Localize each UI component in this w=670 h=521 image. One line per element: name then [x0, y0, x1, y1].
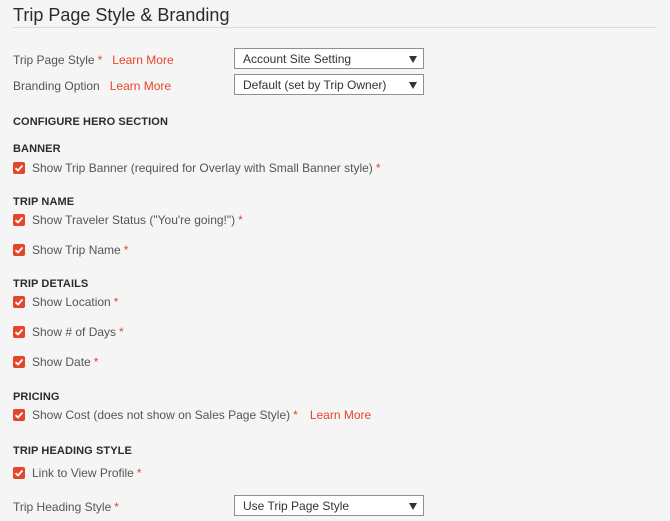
- trip-heading-style-value: Use Trip Page Style: [243, 499, 350, 513]
- checkmark-icon: [14, 328, 24, 336]
- trip-heading-style-label: Trip Heading Style *: [13, 500, 119, 514]
- branding-option-select[interactable]: Default (set by Trip Owner): [234, 74, 424, 95]
- required-marker: *: [375, 161, 381, 175]
- show-traveler-status-label: Show Traveler Status ("You're going!"): [32, 213, 236, 227]
- show-location-checkbox[interactable]: [13, 296, 25, 308]
- configure-hero-section-heading: CONFIGURE HERO SECTION: [13, 116, 168, 128]
- show-trip-banner-checkbox[interactable]: [13, 162, 25, 174]
- show-traveler-status-checkbox[interactable]: [13, 214, 25, 226]
- show-location-label: Show Location: [32, 295, 111, 309]
- page-title: Trip Page Style & Branding: [13, 5, 230, 25]
- show-cost-learn-more-link[interactable]: Learn More: [310, 408, 371, 422]
- branding-option-value: Default (set by Trip Owner): [243, 78, 387, 92]
- branding-option-label: Branding Option Learn More: [13, 79, 171, 93]
- trip-page-style-learn-more-link[interactable]: Learn More: [112, 53, 173, 67]
- trip-page-style-text: Trip Page Style: [13, 53, 95, 67]
- link-to-view-profile-option[interactable]: Link to View Profile *: [13, 466, 142, 480]
- required-marker: *: [238, 213, 243, 227]
- show-days-label: Show # of Days: [32, 325, 117, 339]
- show-trip-name-checkbox[interactable]: [13, 244, 25, 256]
- trip-heading-style-text: Trip Heading Style: [13, 500, 112, 514]
- required-marker: *: [113, 295, 119, 309]
- checkmark-icon: [14, 358, 24, 366]
- required-marker: *: [123, 243, 129, 257]
- trip-details-heading: TRIP DETAILS: [13, 278, 89, 290]
- branding-option-learn-more-link[interactable]: Learn More: [110, 79, 171, 93]
- checkmark-icon: [14, 246, 24, 254]
- trip-page-style-label: Trip Page Style * Learn More: [13, 53, 174, 67]
- chevron-down-icon: [409, 82, 417, 89]
- show-date-label: Show Date: [32, 355, 91, 369]
- required-marker: *: [136, 466, 142, 480]
- branding-option-text: Branding Option: [13, 79, 100, 93]
- show-trip-banner-label: Show Trip Banner (required for Overlay w…: [32, 161, 373, 175]
- trip-page-style-value: Account Site Setting: [243, 52, 352, 66]
- show-traveler-status-option[interactable]: Show Traveler Status ("You're going!") *: [13, 213, 243, 227]
- show-cost-option[interactable]: Show Cost (does not show on Sales Page S…: [13, 408, 371, 422]
- title-divider: [13, 27, 657, 28]
- chevron-down-icon: [409, 56, 417, 63]
- required-marker: *: [114, 500, 119, 514]
- banner-heading: BANNER: [13, 143, 61, 155]
- show-cost-checkbox[interactable]: [13, 409, 25, 421]
- show-date-checkbox[interactable]: [13, 356, 25, 368]
- checkmark-icon: [14, 469, 24, 477]
- link-to-view-profile-label: Link to View Profile: [32, 466, 134, 480]
- show-cost-label: Show Cost (does not show on Sales Page S…: [32, 408, 291, 422]
- required-marker: *: [93, 355, 99, 369]
- show-trip-banner-option[interactable]: Show Trip Banner (required for Overlay w…: [13, 161, 380, 175]
- chevron-down-icon: [409, 503, 417, 510]
- show-days-option[interactable]: Show # of Days *: [13, 325, 124, 339]
- show-trip-name-label: Show Trip Name: [32, 243, 121, 257]
- required-marker: *: [119, 325, 124, 339]
- trip-page-style-select[interactable]: Account Site Setting: [234, 48, 424, 69]
- show-date-option[interactable]: Show Date *: [13, 355, 98, 369]
- checkmark-icon: [14, 164, 24, 172]
- show-trip-name-option[interactable]: Show Trip Name *: [13, 243, 128, 257]
- trip-heading-style-heading: TRIP HEADING STYLE: [13, 445, 132, 457]
- required-marker: *: [293, 408, 298, 422]
- required-marker: *: [97, 53, 103, 67]
- checkmark-icon: [14, 411, 24, 419]
- trip-heading-style-select[interactable]: Use Trip Page Style: [234, 495, 424, 516]
- link-to-view-profile-checkbox[interactable]: [13, 467, 25, 479]
- trip-name-heading: TRIP NAME: [13, 196, 75, 208]
- pricing-heading: PRICING: [13, 391, 60, 403]
- checkmark-icon: [14, 298, 24, 306]
- show-location-option[interactable]: Show Location *: [13, 295, 118, 309]
- show-days-checkbox[interactable]: [13, 326, 25, 338]
- checkmark-icon: [14, 216, 24, 224]
